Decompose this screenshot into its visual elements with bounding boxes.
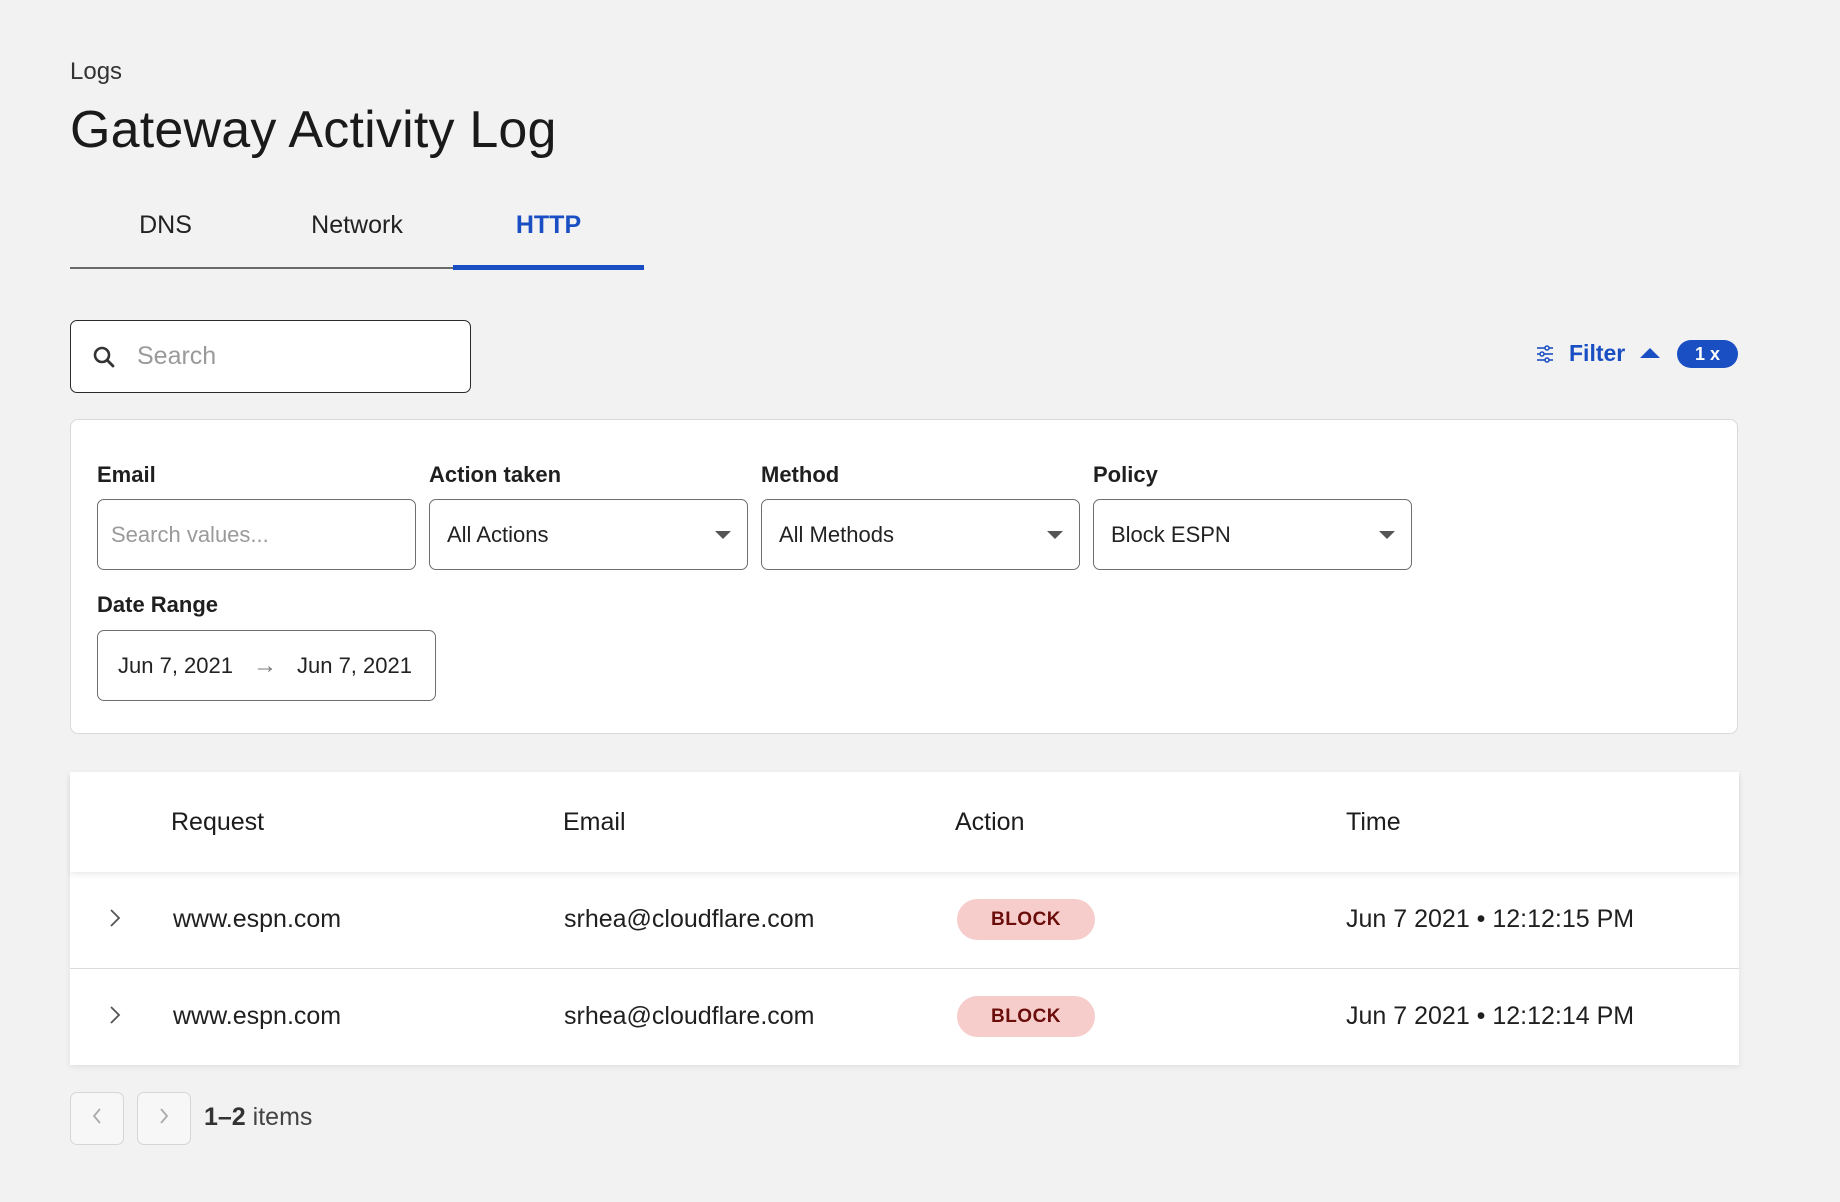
action-badge: BLOCK — [957, 899, 1095, 940]
search-box — [70, 320, 471, 393]
activity-table: Request Email Action Time www.espn.com s… — [70, 772, 1739, 1065]
email-filter-input[interactable] — [111, 521, 391, 548]
page-title: Gateway Activity Log — [70, 101, 557, 159]
time-cell: Jun 7 2021 • 12:12:15 PM — [1346, 905, 1635, 933]
active-filter-count-badge[interactable]: 1 x — [1677, 340, 1738, 368]
next-page-button[interactable] — [137, 1092, 191, 1145]
column-header-request: Request — [171, 808, 265, 836]
date-range-label: Date Range — [97, 592, 219, 617]
table-row[interactable]: www.espn.com srhea@cloudflare.com BLOCK … — [70, 872, 1739, 969]
date-range-end: Jun 7, 2021 — [296, 652, 412, 678]
pagination-summary: 1–2 items — [204, 1103, 312, 1132]
pagination-suffix: items — [252, 1103, 313, 1131]
previous-page-button[interactable] — [70, 1092, 124, 1145]
tab-bar: DNS Network HTTP — [70, 200, 644, 270]
policy-select[interactable]: Block ESPN — [1093, 499, 1412, 570]
request-cell: www.espn.com — [173, 1002, 342, 1030]
column-header-action: Action — [955, 808, 1025, 836]
email-filter-field — [97, 499, 416, 570]
chevron-down-icon — [1379, 530, 1395, 539]
method-select[interactable]: All Methods — [761, 499, 1080, 570]
active-tab-indicator — [453, 265, 644, 270]
table-header: Request Email Action Time — [70, 772, 1739, 872]
chevron-down-icon — [715, 530, 731, 539]
action-select-value: All Actions — [447, 521, 549, 547]
tab-http[interactable]: HTTP — [453, 208, 644, 266]
date-range-start: Jun 7, 2021 — [118, 652, 233, 678]
action-badge: BLOCK — [957, 996, 1095, 1037]
column-header-email: Email — [563, 808, 626, 836]
email-cell: srhea@cloudflare.com — [564, 905, 815, 933]
chevron-right-icon — [158, 1106, 170, 1131]
arrow-right-icon: → — [252, 651, 277, 679]
sliders-icon — [1535, 343, 1555, 363]
email-cell: srhea@cloudflare.com — [564, 1002, 815, 1030]
pagination-range: 1–2 — [204, 1103, 246, 1131]
search-icon — [91, 344, 117, 370]
method-select-value: All Methods — [779, 521, 894, 547]
chevron-left-icon — [91, 1106, 103, 1131]
method-filter-label: Method — [761, 462, 840, 487]
breadcrumb: Logs — [70, 58, 123, 85]
chevron-right-icon[interactable] — [108, 907, 126, 931]
filter-label: Filter — [1569, 339, 1626, 366]
column-header-time: Time — [1346, 808, 1401, 836]
tab-dns[interactable]: DNS — [70, 208, 261, 266]
action-filter-label: Action taken — [429, 462, 562, 487]
search-input[interactable] — [137, 342, 457, 371]
tab-network[interactable]: Network — [261, 208, 453, 266]
caret-up-icon — [1640, 348, 1661, 358]
action-select[interactable]: All Actions — [429, 499, 748, 570]
email-filter-label: Email — [97, 462, 156, 487]
filter-panel: Email Action taken All Actions Method Al… — [70, 419, 1738, 734]
filter-toggle-button[interactable]: Filter — [1535, 335, 1661, 371]
date-range-picker[interactable]: Jun 7, 2021 → Jun 7, 2021 — [97, 630, 436, 701]
policy-filter-label: Policy — [1093, 462, 1158, 487]
table-row[interactable]: www.espn.com srhea@cloudflare.com BLOCK … — [70, 968, 1739, 1065]
chevron-right-icon[interactable] — [108, 1004, 126, 1028]
request-cell: www.espn.com — [173, 905, 342, 933]
time-cell: Jun 7 2021 • 12:12:14 PM — [1346, 1002, 1635, 1030]
policy-select-value: Block ESPN — [1111, 521, 1231, 547]
chevron-down-icon — [1047, 530, 1063, 539]
